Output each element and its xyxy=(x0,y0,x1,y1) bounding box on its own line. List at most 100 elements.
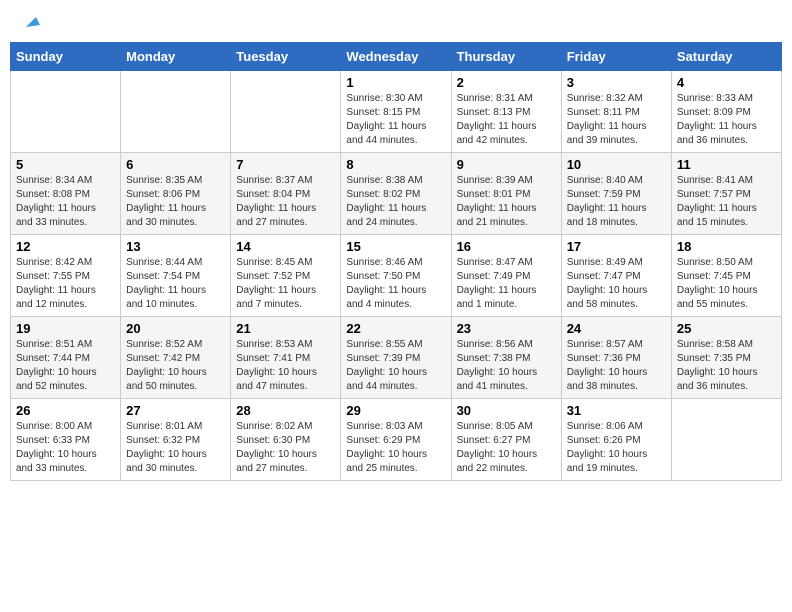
day-info: Sunrise: 8:03 AMSunset: 6:29 PMDaylight:… xyxy=(346,420,445,476)
day-number: 1 xyxy=(346,75,445,90)
calendar-cell: 11Sunrise: 8:41 AMSunset: 7:57 PMDayligh… xyxy=(671,153,781,235)
day-number: 2 xyxy=(457,75,556,90)
calendar-cell: 12Sunrise: 8:42 AMSunset: 7:55 PMDayligh… xyxy=(11,235,121,317)
day-number: 21 xyxy=(236,321,335,336)
day-info: Sunrise: 8:53 AMSunset: 7:41 PMDaylight:… xyxy=(236,338,335,394)
week-row-4: 19 Sunrise: 8:51 AMSunset: 7:44 PMDayligh… xyxy=(11,317,782,399)
day-number: 17 xyxy=(567,239,666,254)
day-header-wednesday: Wednesday xyxy=(341,43,451,71)
day-info: Sunrise: 8:05 AMSunset: 6:27 PMDaylight:… xyxy=(457,420,556,476)
calendar-cell: 25Sunrise: 8:58 AMSunset: 7:35 PMDayligh… xyxy=(671,317,781,399)
day-header-tuesday: Tuesday xyxy=(231,43,341,71)
day-number: 27 xyxy=(126,403,225,418)
calendar-cell: 19 Sunrise: 8:51 AMSunset: 7:44 PMDayligh… xyxy=(11,317,121,399)
calendar-cell: 29 Sunrise: 8:03 AMSunset: 6:29 PMDayligh… xyxy=(341,399,451,481)
day-info: Sunrise: 8:06 AMSunset: 6:26 PMDaylight:… xyxy=(567,420,666,476)
day-info: Sunrise: 8:44 AMSunset: 7:54 PMDaylight:… xyxy=(126,256,225,312)
calendar-cell: 13Sunrise: 8:44 AMSunset: 7:54 PMDayligh… xyxy=(121,235,231,317)
calendar-cell: 6 Sunrise: 8:35 AMSunset: 8:06 PMDaylight… xyxy=(121,153,231,235)
day-info: Sunrise: 8:32 AMSunset: 8:11 PMDaylight:… xyxy=(567,92,666,148)
week-row-2: 5 Sunrise: 8:34 AMSunset: 8:08 PMDaylight… xyxy=(11,153,782,235)
week-row-1: 1 Sunrise: 8:30 AMSunset: 8:15 PMDaylight… xyxy=(11,71,782,153)
day-number: 8 xyxy=(346,157,445,172)
calendar-cell: 31 Sunrise: 8:06 AMSunset: 6:26 PMDayligh… xyxy=(561,399,671,481)
day-info: Sunrise: 8:56 AMSunset: 7:38 PMDaylight:… xyxy=(457,338,556,394)
day-number: 15 xyxy=(346,239,445,254)
calendar-cell: 27Sunrise: 8:01 AMSunset: 6:32 PMDayligh… xyxy=(121,399,231,481)
calendar-cell: 23 Sunrise: 8:56 AMSunset: 7:38 PMDayligh… xyxy=(451,317,561,399)
calendar-cell: 28Sunrise: 8:02 AMSunset: 6:30 PMDayligh… xyxy=(231,399,341,481)
day-number: 5 xyxy=(16,157,115,172)
day-info: Sunrise: 8:51 AMSunset: 7:44 PMDaylight:… xyxy=(16,338,115,394)
day-number: 4 xyxy=(677,75,776,90)
calendar-cell: 18 Sunrise: 8:50 AMSunset: 7:45 PMDayligh… xyxy=(671,235,781,317)
calendar-cell: 1 Sunrise: 8:30 AMSunset: 8:15 PMDaylight… xyxy=(341,71,451,153)
day-number: 31 xyxy=(567,403,666,418)
day-info: Sunrise: 8:40 AMSunset: 7:59 PMDaylight:… xyxy=(567,174,666,230)
calendar-cell xyxy=(231,71,341,153)
day-header-sunday: Sunday xyxy=(11,43,121,71)
calendar-cell xyxy=(121,71,231,153)
calendar-cell: 21 Sunrise: 8:53 AMSunset: 7:41 PMDayligh… xyxy=(231,317,341,399)
day-number: 14 xyxy=(236,239,335,254)
calendar-cell: 30 Sunrise: 8:05 AMSunset: 6:27 PMDayligh… xyxy=(451,399,561,481)
calendar-cell xyxy=(11,71,121,153)
day-number: 3 xyxy=(567,75,666,90)
day-info: Sunrise: 8:55 AMSunset: 7:39 PMDaylight:… xyxy=(346,338,445,394)
calendar-cell: 2Sunrise: 8:31 AMSunset: 8:13 PMDaylight… xyxy=(451,71,561,153)
day-number: 25 xyxy=(677,321,776,336)
logo-icon xyxy=(22,11,40,29)
day-info: Sunrise: 8:00 AMSunset: 6:33 PMDaylight:… xyxy=(16,420,115,476)
day-number: 20 xyxy=(126,321,225,336)
logo xyxy=(20,15,40,27)
day-info: Sunrise: 8:50 AMSunset: 7:45 PMDaylight:… xyxy=(677,256,776,312)
day-number: 28 xyxy=(236,403,335,418)
calendar-cell xyxy=(671,399,781,481)
day-info: Sunrise: 8:49 AMSunset: 7:47 PMDaylight:… xyxy=(567,256,666,312)
day-info: Sunrise: 8:34 AMSunset: 8:08 PMDaylight:… xyxy=(16,174,115,230)
calendar-cell: 8 Sunrise: 8:38 AMSunset: 8:02 PMDaylight… xyxy=(341,153,451,235)
calendar: SundayMondayTuesdayWednesdayThursdayFrid… xyxy=(10,42,782,481)
day-number: 12 xyxy=(16,239,115,254)
calendar-cell: 15 Sunrise: 8:46 AMSunset: 7:50 PMDayligh… xyxy=(341,235,451,317)
day-number: 26 xyxy=(16,403,115,418)
day-number: 18 xyxy=(677,239,776,254)
day-number: 22 xyxy=(346,321,445,336)
calendar-cell: 4Sunrise: 8:33 AMSunset: 8:09 PMDaylight… xyxy=(671,71,781,153)
calendar-cell: 7Sunrise: 8:37 AMSunset: 8:04 PMDaylight… xyxy=(231,153,341,235)
calendar-cell: 26 Sunrise: 8:00 AMSunset: 6:33 PMDayligh… xyxy=(11,399,121,481)
calendar-cell: 17 Sunrise: 8:49 AMSunset: 7:47 PMDayligh… xyxy=(561,235,671,317)
calendar-cell: 10 Sunrise: 8:40 AMSunset: 7:59 PMDayligh… xyxy=(561,153,671,235)
day-info: Sunrise: 8:38 AMSunset: 8:02 PMDaylight:… xyxy=(346,174,445,230)
calendar-cell: 3 Sunrise: 8:32 AMSunset: 8:11 PMDaylight… xyxy=(561,71,671,153)
day-number: 9 xyxy=(457,157,556,172)
day-number: 23 xyxy=(457,321,556,336)
day-info: Sunrise: 8:47 AMSunset: 7:49 PMDaylight:… xyxy=(457,256,556,312)
calendar-cell: 20 Sunrise: 8:52 AMSunset: 7:42 PMDayligh… xyxy=(121,317,231,399)
day-number: 16 xyxy=(457,239,556,254)
day-info: Sunrise: 8:39 AMSunset: 8:01 PMDaylight:… xyxy=(457,174,556,230)
calendar-cell: 9 Sunrise: 8:39 AMSunset: 8:01 PMDaylight… xyxy=(451,153,561,235)
calendar-header-row: SundayMondayTuesdayWednesdayThursdayFrid… xyxy=(11,43,782,71)
day-header-monday: Monday xyxy=(121,43,231,71)
day-header-friday: Friday xyxy=(561,43,671,71)
day-number: 6 xyxy=(126,157,225,172)
calendar-cell: 16 Sunrise: 8:47 AMSunset: 7:49 PMDayligh… xyxy=(451,235,561,317)
day-header-saturday: Saturday xyxy=(671,43,781,71)
day-info: Sunrise: 8:46 AMSunset: 7:50 PMDaylight:… xyxy=(346,256,445,312)
week-row-3: 12Sunrise: 8:42 AMSunset: 7:55 PMDayligh… xyxy=(11,235,782,317)
day-number: 10 xyxy=(567,157,666,172)
calendar-cell: 14Sunrise: 8:45 AMSunset: 7:52 PMDayligh… xyxy=(231,235,341,317)
week-row-5: 26 Sunrise: 8:00 AMSunset: 6:33 PMDayligh… xyxy=(11,399,782,481)
day-header-thursday: Thursday xyxy=(451,43,561,71)
day-number: 11 xyxy=(677,157,776,172)
day-info: Sunrise: 8:52 AMSunset: 7:42 PMDaylight:… xyxy=(126,338,225,394)
day-info: Sunrise: 8:30 AMSunset: 8:15 PMDaylight:… xyxy=(346,92,445,148)
day-info: Sunrise: 8:37 AMSunset: 8:04 PMDaylight:… xyxy=(236,174,335,230)
day-number: 29 xyxy=(346,403,445,418)
day-number: 30 xyxy=(457,403,556,418)
calendar-cell: 5 Sunrise: 8:34 AMSunset: 8:08 PMDaylight… xyxy=(11,153,121,235)
day-info: Sunrise: 8:35 AMSunset: 8:06 PMDaylight:… xyxy=(126,174,225,230)
header xyxy=(10,10,782,32)
day-number: 19 xyxy=(16,321,115,336)
